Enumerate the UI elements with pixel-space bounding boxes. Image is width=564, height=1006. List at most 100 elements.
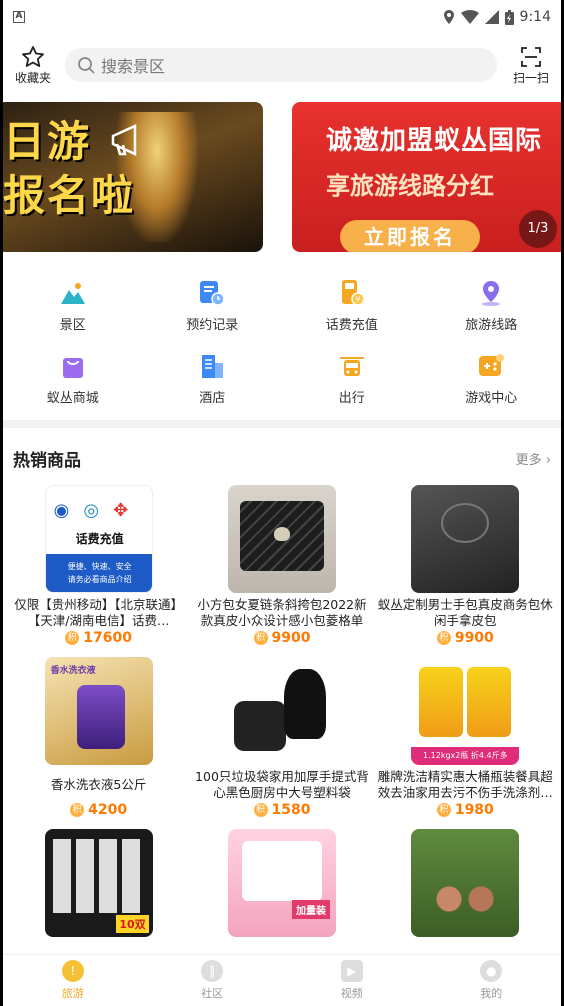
banner-tour-line1: 日游 — [3, 117, 92, 166]
product-card[interactable]: 香水洗衣液 香水洗衣液5公斤 积 4200 — [7, 657, 190, 829]
map-pin-icon — [476, 278, 506, 308]
menu-item-phone-recharge[interactable]: ¥ 话费充值 — [282, 278, 422, 333]
embossed-logo-shape — [441, 503, 490, 543]
tab-label: 社区 — [201, 987, 224, 1000]
product-image: 香水洗衣液 — [44, 657, 153, 765]
community-icon: ‖ — [201, 960, 224, 982]
menu-label: 预约记录 — [186, 318, 239, 333]
menu-label: 景区 — [59, 318, 86, 333]
banner-pager: 1/3 — [519, 210, 557, 248]
banner-slide-tour[interactable]: 日游 报名啦 — [3, 102, 263, 252]
banner-signup-button[interactable]: 立即报名 — [340, 220, 480, 252]
product-image-sub2: 请务必看商品介绍 — [67, 575, 132, 584]
product-image: 1.12kgx2瓶 折4.4斤多 — [411, 657, 520, 765]
trash-bag-shape — [283, 669, 326, 739]
wifi-icon — [460, 10, 479, 24]
tab-travel[interactable]: ! 旅游 — [3, 955, 143, 1006]
product-name: 香水洗衣液5公斤 — [50, 777, 147, 792]
product-card[interactable]: 蚁丛定制男士手包真皮商务包休闲手拿皮包 积 9900 — [374, 485, 557, 657]
price-value: 9900 — [271, 630, 311, 646]
menu-label: 话费充值 — [325, 318, 378, 333]
favorites-button[interactable]: 收藏夹 — [11, 45, 55, 86]
menu-item-booking-records[interactable]: 预约记录 — [143, 278, 283, 333]
phone-recharge-icon: ¥ — [337, 278, 367, 308]
product-name: 仅限【贵州移动】【北京联通】【天津/湖南电信】话费… — [14, 597, 184, 628]
menu-item-transport[interactable]: 出行 — [282, 351, 422, 406]
favorites-label: 收藏夹 — [14, 70, 51, 85]
product-image-sub: 便捷、快速、安全 — [67, 562, 132, 571]
scan-button[interactable]: 扫一扫 — [509, 45, 553, 86]
video-play-icon: ▶ — [340, 960, 363, 982]
star-icon — [22, 45, 44, 67]
points-coin-icon: 积 — [65, 631, 80, 645]
menu-item-hotel[interactable]: 酒店 — [143, 351, 283, 406]
product-price: 积 17600 — [65, 630, 132, 646]
more-link[interactable]: 更多 › — [516, 449, 551, 468]
product-price: 积 4200 — [70, 802, 127, 818]
menu-item-scenic[interactable]: 景区 — [3, 278, 143, 333]
tab-community[interactable]: ‖ 社区 — [143, 955, 283, 1006]
banner-join-subtitle: 享旅游线路分红 — [326, 172, 494, 200]
product-image — [227, 485, 336, 593]
app-notification-icon: A — [13, 11, 25, 23]
product-image-banner: 便捷、快速、安全 请务必看商品介绍 — [45, 554, 152, 592]
search-placeholder: 搜索景区 — [101, 57, 166, 76]
price-value: 1580 — [271, 802, 311, 818]
tab-label: 旅游 — [61, 987, 84, 1000]
menu-label: 出行 — [338, 391, 365, 406]
hot-products-header: 热销商品 更多 › — [3, 428, 561, 485]
product-name: 蚁丛定制男士手包真皮商务包休闲手拿皮包 — [377, 597, 553, 628]
menu-item-game-center[interactable]: 游戏中心 — [422, 351, 562, 406]
tab-label: 我的 — [480, 987, 503, 1000]
status-bar: A 9:14 — [3, 0, 561, 34]
product-grid: ◉ ◎ ✥ 话费充值 便捷、快速、安全 请务必看商品介绍 仅限【贵州移动】【北京… — [3, 485, 561, 1001]
menu-label: 蚁丛商城 — [46, 391, 99, 406]
section-divider — [3, 420, 561, 428]
socks-pack-shape — [52, 839, 145, 913]
clock: 9:14 — [519, 9, 551, 25]
product-card[interactable]: 100只垃圾袋家用加厚手提式背心黑色厨房中大号塑料袋 积 1580 — [190, 657, 373, 829]
product-card[interactable]: 小方包女夏链条斜挎包2022新款真皮小众设计感小包菱格单肩… 积9900 — [190, 485, 373, 657]
product-card[interactable]: 1.12kgx2瓶 折4.4斤多 雕牌洗洁精实惠大桶瓶装餐具超效去油家用去污不伤… — [374, 657, 557, 829]
product-price: 积 9900 — [436, 630, 494, 646]
product-name: 雕牌洗洁精实惠大桶瓶装餐具超效去油家用去污不伤手洗涤剂… — [377, 769, 553, 800]
price-value: 1980 — [454, 802, 494, 818]
location-icon — [443, 10, 454, 24]
product-image-badge: 10双 — [116, 915, 149, 933]
product-card[interactable]: ◉ ◎ ✥ 话费充值 便捷、快速、安全 请务必看商品介绍 仅限【贵州移动】【北京… — [7, 485, 190, 657]
product-name: 100只垃圾袋家用加厚手提式背心黑色厨房中大号塑料袋 — [195, 769, 369, 800]
points-coin-icon: 积 — [436, 631, 451, 645]
price-value: 9900 — [454, 630, 494, 646]
product-image-title: 香水洗衣液 — [50, 666, 96, 676]
tab-video[interactable]: ▶ 视频 — [282, 955, 422, 1006]
points-coin-icon: 积 — [436, 803, 451, 817]
menu-item-travel-routes[interactable]: 旅游线路 — [422, 278, 562, 333]
search-input[interactable]: 搜索景区 — [65, 48, 497, 82]
banner-tour-line2: 报名啦 — [3, 171, 136, 220]
search-icon — [78, 57, 95, 74]
carrier-logos: ◉ ◎ ✥ — [53, 500, 129, 521]
product-image: ◉ ◎ ✥ 话费充值 便捷、快速、安全 请务必看商品介绍 — [44, 485, 153, 593]
battery-icon — [504, 9, 514, 25]
signal-icon — [484, 10, 499, 24]
dish-soap-bottle-shape — [467, 667, 512, 737]
points-coin-icon: 积 — [253, 631, 268, 645]
menu-label: 游戏中心 — [465, 391, 518, 406]
top-header: 收藏夹 搜索景区 扫一扫 — [3, 34, 561, 96]
mountain-icon — [58, 278, 88, 308]
menu-item-mall[interactable]: 蚁丛商城 — [3, 351, 143, 406]
travel-icon: ! — [61, 960, 84, 982]
svg-text:¥: ¥ — [355, 295, 360, 304]
detergent-bottle-shape — [76, 685, 125, 749]
shopping-bag-icon — [58, 351, 88, 381]
price-value: 17600 — [83, 630, 133, 646]
product-image: 加量装 — [227, 829, 336, 937]
product-image-title: 话费充值 — [75, 532, 124, 546]
gamepad-icon — [476, 351, 506, 381]
banner-carousel[interactable]: 日游 报名啦 诚邀加盟蚁丛国际 享旅游线路分红 立即报名 1/3 — [3, 102, 561, 272]
tab-label: 视频 — [340, 987, 363, 1000]
product-image-badge: 加量装 — [291, 900, 330, 919]
dish-soap-bottle-shape — [419, 667, 464, 737]
scan-label: 扫一扫 — [512, 70, 549, 85]
tab-profile[interactable]: ● 我的 — [422, 955, 562, 1006]
